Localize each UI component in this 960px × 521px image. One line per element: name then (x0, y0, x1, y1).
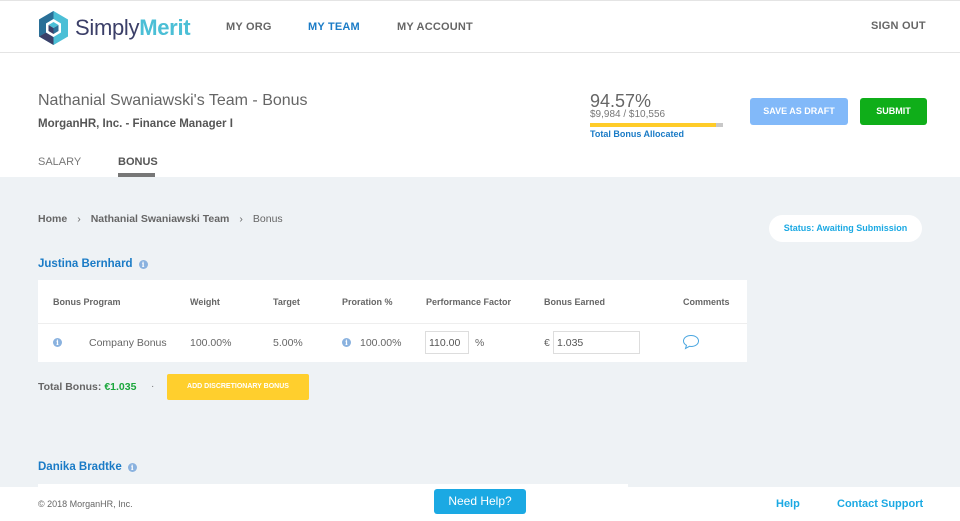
info-icon[interactable]: i (127, 462, 137, 472)
comment-icon[interactable] (682, 334, 700, 350)
breadcrumb-separator: › (77, 213, 81, 225)
need-help-button[interactable]: Need Help? (434, 489, 526, 514)
sign-out-link[interactable]: SIGN OUT (871, 20, 926, 32)
breadcrumb-current: Bonus (252, 213, 283, 225)
employee-name-text: Danika Bradtke (38, 461, 122, 473)
allocation-progress-bar (590, 123, 723, 127)
column-header-bonus-earned: Bonus Earned (544, 297, 606, 307)
performance-factor-input[interactable] (425, 331, 469, 354)
breadcrumb-home[interactable]: Home (38, 213, 67, 225)
page-title: Nathanial Swaniawski's Team - Bonus (38, 92, 308, 109)
column-header-performance-factor: Performance Factor (426, 297, 512, 307)
separator-dot: · (151, 381, 155, 392)
brand-name-second: Merit (139, 15, 191, 40)
breadcrumb: Home › Nathanial Swaniawski Team › Bonus (38, 213, 293, 225)
cell-target: 5.00% (273, 337, 303, 349)
logo[interactable]: SimplyMerit (37, 10, 191, 46)
page-subtitle: MorganHR, Inc. - Finance Manager I (38, 118, 233, 130)
nav-my-account[interactable]: MY ACCOUNT (397, 21, 473, 33)
total-bonus-amount: €1.035 (104, 381, 137, 393)
employee-name[interactable]: Danika Bradtke i (38, 461, 137, 473)
help-link[interactable]: Help (776, 498, 800, 510)
column-header-bonus-program: Bonus Program (53, 297, 121, 307)
column-header-target: Target (273, 297, 300, 307)
proration-info-icon[interactable]: i (342, 338, 351, 347)
add-discretionary-bonus-button[interactable]: ADD DISCRETIONARY BONUS (167, 374, 309, 400)
save-as-draft-button[interactable]: SAVE AS DRAFT (750, 98, 848, 125)
active-tab-indicator (118, 173, 155, 177)
nav-my-team[interactable]: MY TEAM (308, 21, 360, 33)
header-divider (38, 323, 747, 324)
simplymerit-logo-icon (39, 11, 68, 45)
copyright: © 2018 MorganHR, Inc. (38, 499, 133, 509)
total-bonus: Total Bonus: €1.035 (38, 381, 136, 393)
cell-program: Company Bonus (89, 337, 167, 349)
tab-bonus[interactable]: BONUS (118, 156, 158, 168)
column-header-proration: Proration % (342, 297, 393, 307)
status-badge: Status: Awaiting Submission (769, 215, 922, 242)
brand-name: SimplyMerit (75, 15, 191, 41)
brand-name-first: Simply (75, 15, 140, 40)
allocation-progress-fill (590, 123, 716, 127)
employee-name-text: Justina Bernhard (38, 258, 133, 270)
performance-unit: % (475, 337, 485, 349)
column-header-weight: Weight (190, 297, 220, 307)
breadcrumb-team[interactable]: Nathanial Swaniawski Team (91, 213, 230, 225)
total-bonus-label: Total Bonus: (38, 381, 102, 393)
cell-proration: 100.00% (360, 337, 402, 349)
submit-button[interactable]: SUBMIT (860, 98, 927, 125)
top-nav-bar: SimplyMerit MY ORG MY TEAM MY ACCOUNT SI… (0, 0, 960, 53)
bonus-table: Bonus Program Weight Target Proration % … (38, 280, 747, 362)
allocation-label: Total Bonus Allocated (590, 129, 685, 139)
allocation-amount: $9,984 / $10,556 (590, 109, 666, 120)
currency-symbol: € (544, 337, 550, 349)
tab-salary[interactable]: SALARY (38, 156, 81, 168)
contact-support-link[interactable]: Contact Support (837, 498, 923, 510)
column-header-comments: Comments (683, 297, 730, 307)
footer: © 2018 MorganHR, Inc. Need Help? Help Co… (0, 487, 960, 521)
program-info-icon[interactable]: i (53, 338, 62, 347)
info-icon[interactable]: i (138, 259, 148, 269)
page-header: Nathanial Swaniawski's Team - Bonus Morg… (0, 53, 960, 177)
cell-weight: 100.00% (190, 337, 232, 349)
breadcrumb-separator: › (239, 213, 243, 225)
nav-my-org[interactable]: MY ORG (226, 21, 272, 33)
employee-name[interactable]: Justina Bernhard i (38, 258, 148, 270)
bonus-earned-input[interactable] (553, 331, 640, 354)
